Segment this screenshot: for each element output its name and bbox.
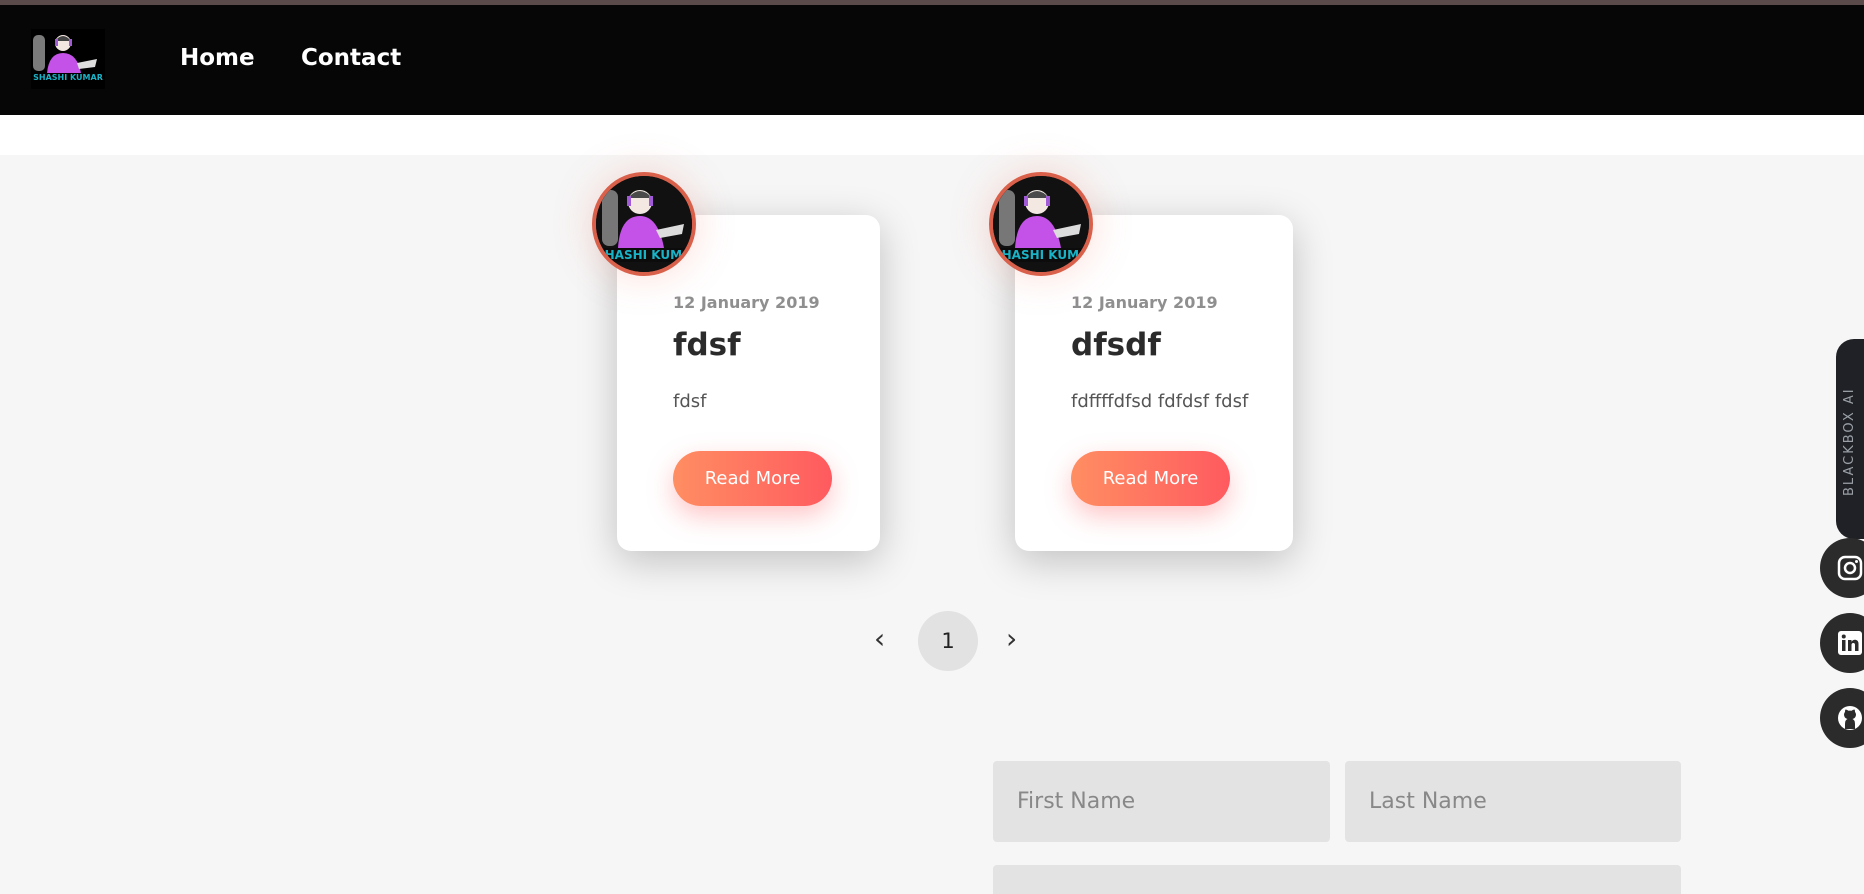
linkedin-link[interactable] [1820, 613, 1864, 673]
github-icon [1838, 706, 1862, 730]
avatar-logo-text: SHASHI KUMAR [993, 248, 1093, 262]
nav-link-contact[interactable]: Contact [301, 45, 401, 71]
github-link[interactable] [1820, 688, 1864, 748]
side-tab-label: BLACKBOX AI [1842, 387, 1857, 496]
first-name-field[interactable] [993, 761, 1330, 842]
nav-link-home[interactable]: Home [180, 45, 255, 71]
site-logo[interactable]: SHASHI KUMAR [31, 29, 105, 89]
navbar: SHASHI KUMAR Home Contact [0, 5, 1864, 115]
logo-text: SHASHI KUMAR [33, 73, 103, 82]
author-avatar: SHASHI KUMAR [592, 172, 696, 276]
card-excerpt: fdffffdfsd fdfdsf fdsf [1071, 391, 1249, 412]
card-date: 12 January 2019 [673, 293, 820, 312]
card-title: fdsf [673, 327, 741, 363]
linkedin-icon [1838, 631, 1862, 655]
header-spacer [0, 115, 1864, 155]
last-name-field[interactable] [1345, 761, 1681, 842]
card-excerpt: fdsf [673, 391, 707, 412]
card-date: 12 January 2019 [1071, 293, 1218, 312]
instagram-icon [1837, 555, 1863, 581]
author-avatar: SHASHI KUMAR [989, 172, 1093, 276]
email-field[interactable] [993, 865, 1681, 894]
card-title: dfsdf [1071, 327, 1161, 363]
instagram-link[interactable] [1820, 538, 1864, 598]
read-more-button[interactable]: Read More [1071, 451, 1230, 506]
pagination-page-current[interactable]: 1 [918, 611, 978, 671]
pagination-next-button[interactable]: › [1006, 622, 1017, 655]
pagination-prev-button[interactable]: ‹ [874, 622, 885, 655]
avatar-logo-text: SHASHI KUMAR [596, 248, 696, 262]
read-more-button[interactable]: Read More [673, 451, 832, 506]
